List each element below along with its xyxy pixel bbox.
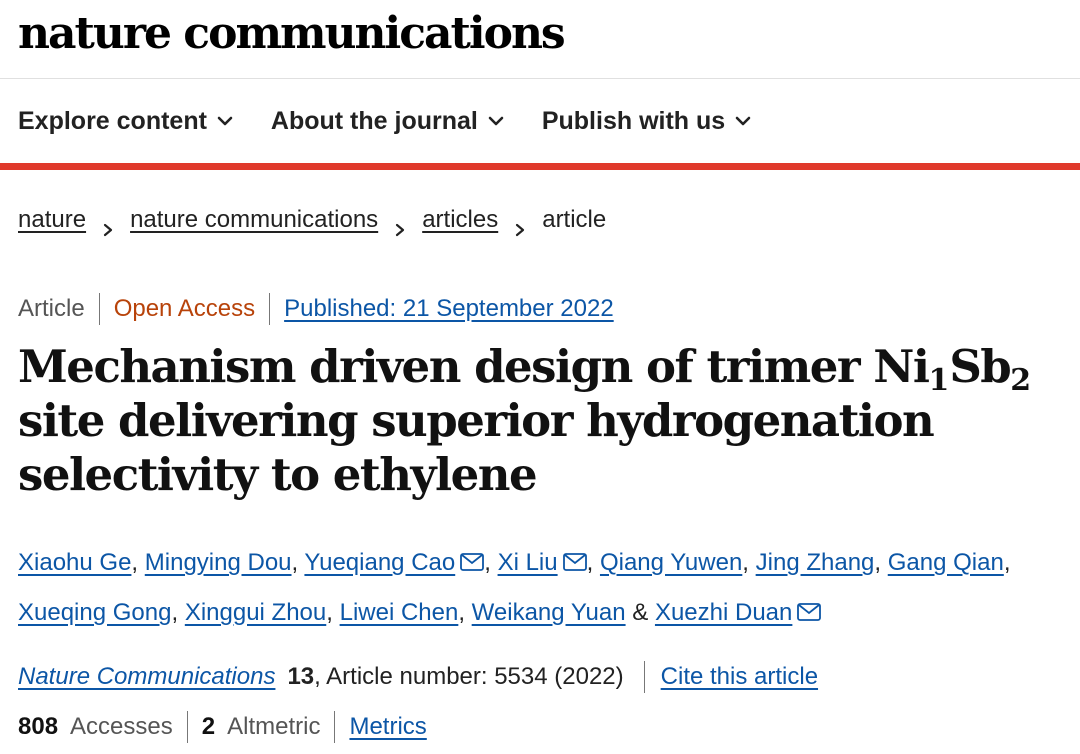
author-link[interactable]: Yueqiang Cao: [304, 549, 455, 576]
breadcrumb: nature nature communications articles ar…: [18, 203, 606, 237]
mail-icon[interactable]: [797, 589, 822, 621]
nav-label: Publish with us: [541, 107, 726, 135]
main-nav: Explore content About the journal Publis…: [18, 104, 751, 138]
author-separator: ,: [1003, 549, 1011, 576]
author-separator: ,: [874, 549, 882, 576]
accent-bar: [0, 163, 1080, 170]
author-link[interactable]: Gang Qian: [888, 549, 1004, 576]
citation-line: Nature Communications 13 , Article numbe…: [18, 660, 818, 694]
metrics-link[interactable]: Metrics: [349, 710, 426, 744]
nav-explore-content[interactable]: Explore content: [18, 104, 233, 138]
breadcrumb-nature-communications[interactable]: nature communications: [130, 203, 378, 237]
breadcrumb-nature[interactable]: nature: [18, 203, 86, 237]
author-separator: ,: [131, 549, 139, 576]
author-separator: ,: [291, 549, 299, 576]
mail-icon[interactable]: [460, 539, 485, 571]
author-ampersand: &: [632, 599, 649, 626]
chevron-right-icon: [514, 213, 526, 237]
chevron-down-icon: [735, 113, 751, 129]
chevron-right-icon: [102, 213, 114, 237]
nav-about-the-journal[interactable]: About the journal: [271, 104, 504, 138]
breadcrumb-current: article: [542, 206, 607, 233]
article-stats: 808 Accesses 2 Altmetric Metrics: [18, 710, 427, 744]
cite-this-article-link[interactable]: Cite this article: [661, 660, 818, 694]
header-divider: [0, 78, 1080, 79]
author-separator: ,: [458, 599, 465, 626]
article-meta: Article Open Access Published: 21 Septem…: [18, 292, 614, 326]
author-list: Xiaohu Ge, Mingying Dou, Yueqiang Cao, X…: [18, 538, 1078, 638]
author-link[interactable]: Xiaohu Ge: [18, 549, 131, 576]
title-subscript: 2: [1010, 363, 1032, 398]
accesses-count: 808: [18, 713, 59, 740]
author-link[interactable]: Xinggui Zhou: [185, 599, 326, 626]
author-link[interactable]: Xi Liu: [498, 549, 558, 576]
author-link[interactable]: Xueqing Gong: [18, 599, 171, 626]
author-link[interactable]: Mingying Dou: [145, 549, 292, 576]
author-link[interactable]: Weikang Yuan: [472, 599, 626, 626]
chevron-right-icon: [394, 213, 406, 237]
author-link[interactable]: Xuezhi Duan: [655, 599, 792, 626]
mail-icon[interactable]: [562, 539, 587, 571]
accesses-label: Accesses: [70, 713, 173, 740]
article-title: Mechanism driven design of trimer Ni1Sb2…: [18, 340, 1068, 502]
altmetric-label: Altmetric: [227, 713, 321, 740]
journal-link[interactable]: Nature Communications: [18, 660, 275, 694]
meta-divider: [186, 711, 188, 743]
meta-divider: [269, 293, 271, 325]
volume-number: 13: [287, 663, 315, 690]
open-access-badge: Open Access: [113, 295, 256, 322]
article-number: , Article number: 5534 (2022): [314, 663, 624, 690]
author-separator: ,: [326, 599, 333, 626]
meta-divider: [98, 293, 100, 325]
author-separator: ,: [742, 549, 749, 576]
site-logo[interactable]: nature communications: [18, 4, 566, 64]
title-text: Mechanism driven design of trimer Ni: [18, 340, 930, 393]
nav-label: Explore content: [18, 107, 207, 135]
meta-divider: [643, 661, 645, 693]
author-link[interactable]: Liwei Chen: [340, 599, 459, 626]
nav-publish-with-us[interactable]: Publish with us: [542, 104, 751, 138]
chevron-down-icon: [488, 113, 504, 129]
author-separator: ,: [586, 549, 594, 576]
title-text: site delivering superior hydrogenation s…: [18, 394, 935, 501]
title-subscript: 1: [928, 363, 950, 398]
article-type: Article: [18, 295, 85, 322]
altmetric-count: 2: [201, 713, 216, 740]
chevron-down-icon: [217, 113, 233, 129]
author-link[interactable]: Qiang Yuwen: [600, 549, 742, 576]
published-date-link[interactable]: Published: 21 September 2022: [284, 292, 614, 326]
author-separator: ,: [484, 549, 491, 576]
title-text: Sb: [949, 340, 1011, 393]
nav-label: About the journal: [270, 107, 478, 135]
author-link[interactable]: Jing Zhang: [756, 549, 875, 576]
author-separator: ,: [171, 599, 179, 626]
meta-divider: [334, 711, 336, 743]
breadcrumb-articles[interactable]: articles: [422, 203, 498, 237]
